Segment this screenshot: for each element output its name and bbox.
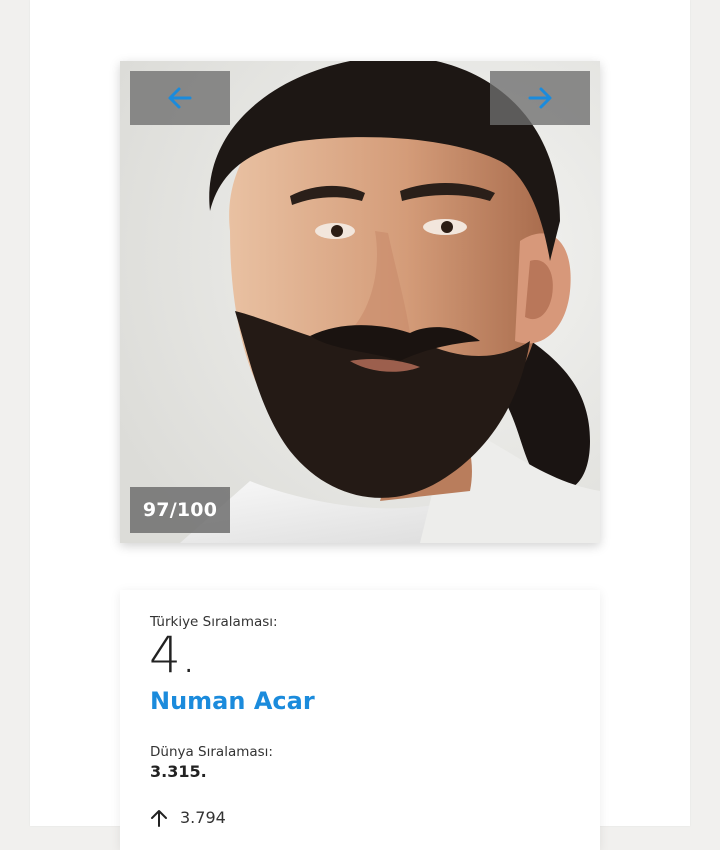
- world-rank-label: Dünya Sıralaması:: [150, 744, 273, 760]
- previous-slide-button[interactable]: [130, 71, 230, 125]
- photo-slider: 97/100: [120, 61, 600, 543]
- arrow-up-icon: [151, 809, 167, 827]
- next-slide-button[interactable]: [490, 71, 590, 125]
- profile-card: Türkiye Sıralaması: 4. Numan Acar Dünya …: [120, 590, 600, 850]
- rank-trend: 3.794: [150, 808, 226, 827]
- arrow-right-icon: [528, 87, 552, 109]
- slide-counter: 97/100: [130, 487, 230, 533]
- trend-value: 3.794: [180, 808, 226, 827]
- person-name-link[interactable]: Numan Acar: [150, 687, 315, 715]
- profile-photo: [120, 61, 600, 543]
- world-rank-value: 3.315.: [150, 762, 207, 781]
- arrow-left-icon: [168, 87, 192, 109]
- turkey-rank-value: 4.: [149, 626, 197, 684]
- page-content: 97/100 Türkiye Sıralaması: 4. Numan Acar…: [30, 0, 690, 850]
